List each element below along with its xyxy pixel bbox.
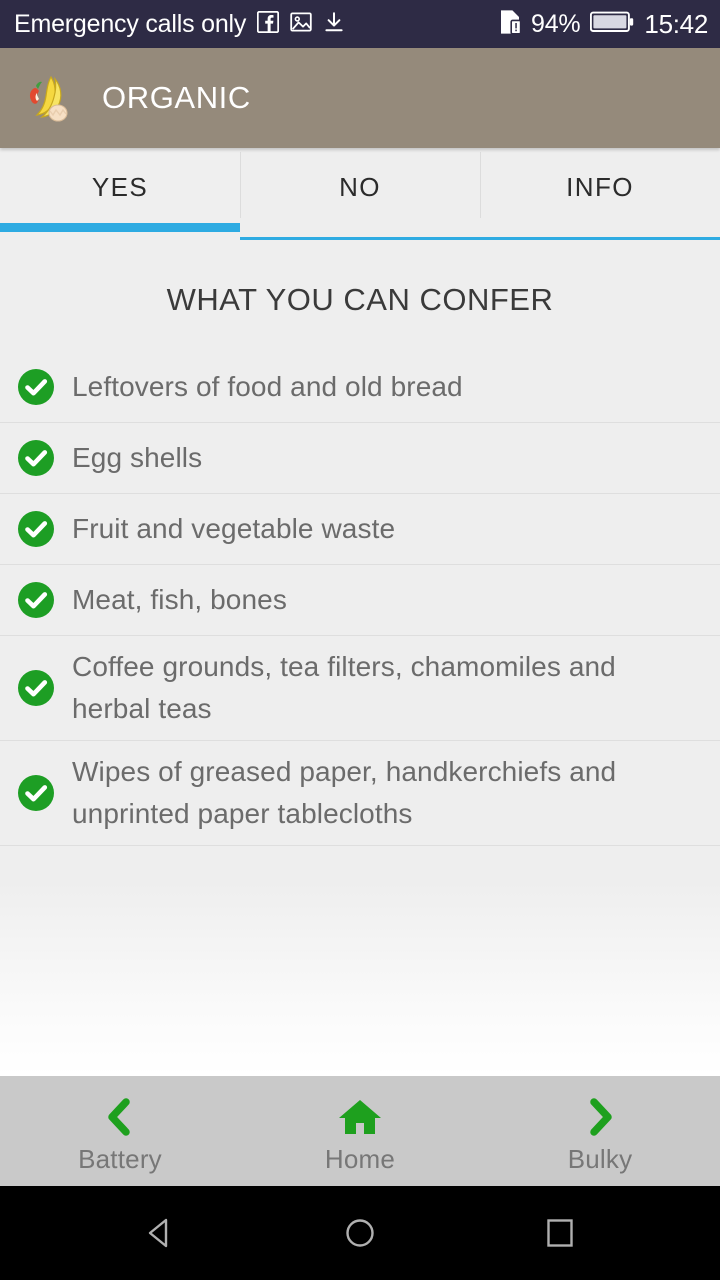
nav-button-home-label: Home [324, 1143, 396, 1174]
status-bar: Emergency calls only 94% 15:42 [0, 0, 720, 48]
tab-no-indicator [240, 237, 480, 240]
organic-waste-logo [22, 69, 80, 127]
list-item-label: Coffee grounds, tea filters, chamomiles … [72, 651, 616, 724]
list-item-label: Wipes of greased paper, handkerchiefs an… [72, 756, 617, 829]
check-circle-icon [16, 509, 56, 549]
image-icon [290, 11, 312, 38]
clock-label: 15:42 [644, 8, 708, 39]
status-bar-right: 94% 15:42 [499, 9, 708, 40]
tab-yes-label: YES [91, 171, 149, 202]
list-item-label: Egg shells [72, 442, 203, 473]
app-bar: ORGANIC [0, 48, 720, 148]
download-icon [323, 11, 345, 38]
check-circle-icon [16, 580, 56, 620]
chevron-right-icon [577, 1094, 623, 1140]
list-item[interactable]: Fruit and vegetable waste [0, 494, 720, 565]
nav-button-battery[interactable]: Battery [0, 1076, 240, 1186]
nav-button-bulky[interactable]: Bulky [480, 1076, 720, 1186]
tab-info[interactable]: INFO [480, 148, 720, 240]
allowed-items-list: Leftovers of food and old bread Egg shel… [0, 352, 720, 846]
carrier-label: Emergency calls only [14, 9, 247, 38]
list-item[interactable]: Egg shells [0, 423, 720, 494]
android-system-nav [0, 1186, 720, 1280]
list-item-label: Leftovers of food and old bread [72, 371, 463, 402]
check-circle-icon [16, 668, 56, 708]
tab-info-indicator [480, 237, 720, 240]
page-title: WHAT YOU CAN CONFER [166, 282, 554, 317]
nav-button-home[interactable]: Home [240, 1076, 480, 1186]
home-icon [337, 1094, 383, 1140]
check-circle-icon [16, 367, 56, 407]
sim-alert-icon [499, 9, 522, 40]
bottom-navigation: Battery Home Bulky [0, 1076, 720, 1186]
battery-percent-label: 94% [530, 9, 581, 38]
tab-no-label: NO [339, 171, 381, 202]
tab-yes[interactable]: YES [0, 148, 240, 240]
phone-screen: Emergency calls only 94% 15:42 ORGANIC Y… [0, 0, 720, 1280]
status-bar-left: Emergency calls only [14, 10, 499, 39]
tab-bar: YES NO INFO [0, 148, 720, 240]
app-title: ORGANIC [102, 80, 251, 115]
list-item[interactable]: Leftovers of food and old bread [0, 352, 720, 423]
tab-yes-indicator [0, 223, 240, 232]
facebook-icon [257, 10, 280, 38]
home-circle-icon[interactable] [315, 1186, 405, 1280]
check-circle-icon [16, 773, 56, 813]
list-item[interactable]: Wipes of greased paper, handkerchiefs an… [0, 741, 720, 846]
list-item[interactable]: Meat, fish, bones [0, 565, 720, 636]
tab-no[interactable]: NO [240, 148, 480, 240]
nav-button-bulky-label: Bulky [567, 1143, 633, 1174]
recents-square-icon[interactable] [515, 1186, 605, 1280]
content-area: WHAT YOU CAN CONFER Leftovers of food an… [0, 240, 720, 1076]
list-item[interactable]: Coffee grounds, tea filters, chamomiles … [0, 636, 720, 741]
nav-button-battery-label: Battery [78, 1143, 162, 1174]
list-item-label: Meat, fish, bones [72, 584, 287, 615]
chevron-left-icon [97, 1094, 143, 1140]
tab-info-label: INFO [566, 171, 634, 202]
battery-icon [590, 10, 634, 39]
check-circle-icon [16, 438, 56, 478]
list-item-label: Fruit and vegetable waste [72, 513, 396, 544]
back-triangle-icon[interactable] [115, 1186, 205, 1280]
